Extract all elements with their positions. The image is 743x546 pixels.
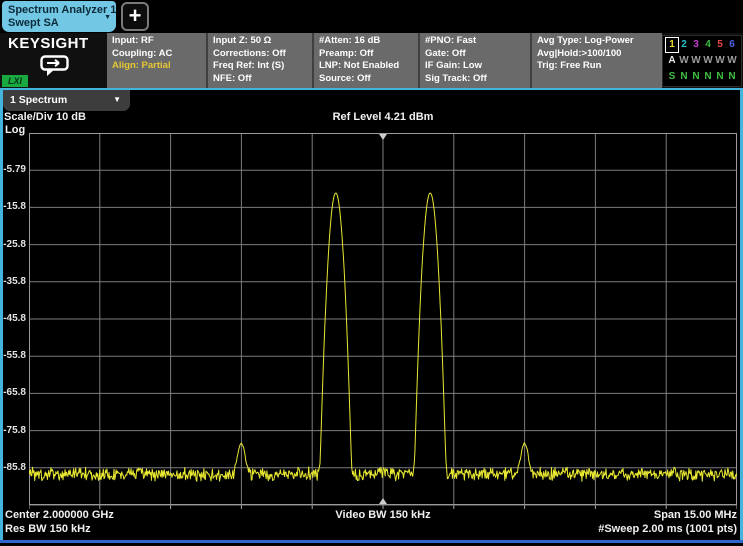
trace-numbers-row: 1 2 3 4 5 6: [665, 37, 741, 53]
tab-dropdown-caret-icon[interactable]: ▼: [104, 14, 111, 21]
setting-lnp: LNP: Not Enabled: [319, 60, 400, 72]
y-axis-tick-label: -25.8: [3, 238, 26, 250]
setting-trig: Trig: Free Run: [537, 60, 602, 72]
spectrum-plot[interactable]: [29, 133, 737, 512]
setting-pno: #PNO: Fast: [425, 35, 477, 46]
settings-column-pno[interactable]: #PNO: Fast Gate: Off IF Gain: Low Sig Tr…: [418, 33, 530, 88]
trace-3-type: W: [691, 55, 701, 66]
chevron-down-icon: ▼: [113, 95, 121, 104]
trace-4-state: N: [704, 71, 712, 82]
trace-3-number[interactable]: 3: [690, 37, 702, 53]
setting-source: Source: Off: [319, 72, 371, 84]
trace-6-number[interactable]: 6: [726, 37, 738, 53]
trace-3-state: N: [692, 71, 700, 82]
tab-bar: Spectrum Analyzer 1 Swept SA ▼ +: [0, 0, 743, 33]
setting-if-gain: IF Gain: Low: [425, 60, 482, 72]
tab-subtitle: Swept SA: [8, 17, 59, 29]
keysight-logo: KEYSIGHT: [8, 35, 89, 52]
y-axis-tick-label: -5.79: [3, 164, 26, 176]
y-axis-tick-label: -45.8: [3, 313, 26, 324]
setting-gate: Gate: Off: [425, 47, 466, 59]
trace-1-state: S: [668, 71, 676, 82]
sweep-label[interactable]: #Sweep 2.00 ms (1001 pts): [598, 523, 737, 535]
trace-2-number[interactable]: 2: [678, 37, 690, 53]
setting-coupling: Coupling: AC: [112, 47, 173, 59]
y-axis-tick-label: -85.8: [3, 461, 26, 473]
y-axis-tick-label: -15.8: [3, 201, 26, 213]
setting-avg-type: Avg Type: Log-Power: [537, 35, 634, 46]
center-frequency-label[interactable]: Center 2.000000 GHz: [5, 509, 114, 521]
trace-4-type: W: [703, 55, 713, 66]
setting-align: Align: Partial: [112, 60, 171, 72]
trace-1-type: A: [668, 55, 676, 66]
trace-status-panel[interactable]: 1 2 3 4 5 6 A W W W W W S N N N N N: [662, 35, 742, 87]
trace-2-state: N: [680, 71, 688, 82]
setting-atten: #Atten: 16 dB: [319, 35, 381, 46]
settings-column-atten[interactable]: #Atten: 16 dB Preamp: Off LNP: Not Enabl…: [312, 33, 418, 88]
setting-freq-ref: Freq Ref: Int (S): [213, 60, 285, 72]
settings-column-avg[interactable]: Avg Type: Log-Power Avg|Hold:>100/100 Tr…: [530, 33, 662, 88]
setting-input: Input: RF: [112, 35, 154, 46]
setting-corrections: Corrections: Off: [213, 47, 286, 59]
add-mode-button[interactable]: +: [121, 2, 149, 31]
trace-states-row: S N N N N N: [666, 69, 741, 85]
ref-level-label[interactable]: Ref Level 4.21 dBm: [333, 111, 434, 123]
setting-input-z: Input Z: 50 Ω: [213, 35, 272, 46]
brand-block: KEYSIGHT LXI: [0, 33, 107, 88]
trace-4-number[interactable]: 4: [702, 37, 714, 53]
y-axis-tick-label: -75.8: [3, 424, 26, 436]
message-bubble-icon[interactable]: [40, 55, 70, 82]
setting-preamp: Preamp: Off: [319, 47, 374, 59]
setting-sig-track: Sig Track: Off: [425, 72, 487, 84]
window-edge-bottom: [0, 540, 743, 543]
spectrum-analyzer-window: Spectrum Analyzer 1 Swept SA ▼ + KEYSIGH…: [0, 0, 743, 546]
tab-title: Spectrum Analyzer 1: [8, 4, 117, 16]
trace-5-type: W: [715, 55, 725, 66]
settings-column-input[interactable]: Input: RF Coupling: AC Align: Partial: [107, 33, 206, 88]
settings-columns: Input: RF Coupling: AC Align: Partial In…: [107, 33, 662, 88]
setting-avg-hold: Avg|Hold:>100/100: [537, 47, 622, 59]
res-bw-label[interactable]: Res BW 150 kHz: [5, 523, 91, 535]
trace-2-type: W: [679, 55, 689, 66]
span-label[interactable]: Span 15.00 MHz: [654, 509, 737, 521]
y-axis-tick-label: -55.8: [3, 350, 26, 362]
setting-nfe: NFE: Off: [213, 72, 252, 84]
y-axis-tick-label: -65.8: [3, 387, 26, 399]
scale-div-label[interactable]: Scale/Div 10 dB: [4, 111, 86, 123]
trace-6-type: W: [727, 55, 737, 66]
tab-spectrum-analyzer-1[interactable]: Spectrum Analyzer 1 Swept SA ▼: [2, 1, 116, 32]
video-bw-label[interactable]: Video BW 150 kHz: [335, 509, 430, 521]
y-axis-labels: -5.79 -15.8 -25.8 -35.8 -45.8 -55.8 -65.8 -75.8…: [0, 133, 27, 505]
trace-1-number[interactable]: 1: [665, 37, 679, 53]
trace-selector-label: 1 Spectrum: [10, 94, 68, 106]
y-axis-tick-label: -35.8: [3, 275, 26, 287]
settings-column-impedance[interactable]: Input Z: 50 Ω Corrections: Off Freq Ref:…: [206, 33, 312, 88]
trace-selector-dropdown[interactable]: 1 Spectrum ▼: [3, 90, 130, 111]
lxi-badge: LXI: [2, 75, 28, 87]
settings-header: KEYSIGHT LXI Input: RF Coupling: AC Alig…: [0, 33, 743, 88]
trace-5-number[interactable]: 5: [714, 37, 726, 53]
trace-5-state: N: [716, 71, 724, 82]
trace-6-state: N: [728, 71, 736, 82]
trace-types-row: A W W W W W: [666, 53, 741, 69]
